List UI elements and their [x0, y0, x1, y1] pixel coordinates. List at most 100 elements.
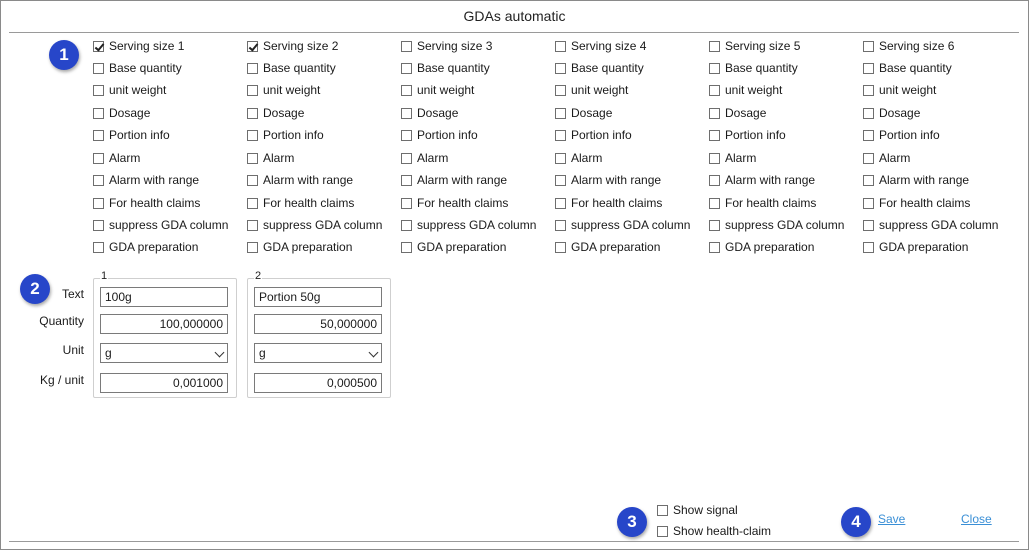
checkbox-box[interactable] [555, 174, 566, 186]
checkbox-box[interactable] [555, 152, 566, 164]
option-checkbox[interactable]: Portion info [247, 125, 324, 145]
checkbox-box[interactable] [555, 107, 566, 119]
checkbox-box[interactable] [863, 197, 874, 209]
option-checkbox[interactable]: GDA preparation [401, 237, 506, 257]
checkbox-box[interactable] [709, 107, 720, 119]
checkbox-box[interactable] [709, 40, 720, 52]
checkbox-box[interactable] [401, 129, 412, 141]
checkbox-box[interactable] [863, 174, 874, 186]
option-checkbox[interactable]: Alarm [93, 148, 140, 168]
checkbox-box[interactable] [555, 84, 566, 96]
save-link[interactable]: Save [878, 512, 905, 526]
serving-size-checkbox-4[interactable]: Serving size 4 [555, 36, 646, 56]
checkbox-box[interactable] [247, 129, 258, 141]
quantity-input[interactable]: 50,000000 [254, 314, 382, 334]
checkbox-box[interactable] [863, 40, 874, 52]
checkbox-box[interactable] [93, 197, 104, 209]
option-checkbox[interactable]: Base quantity [555, 58, 644, 78]
checkbox-box[interactable] [863, 84, 874, 96]
checkbox-box[interactable] [709, 84, 720, 96]
option-checkbox[interactable]: Dosage [401, 103, 458, 123]
checkbox-box[interactable] [247, 197, 258, 209]
option-checkbox[interactable]: Base quantity [247, 58, 336, 78]
option-checkbox[interactable]: For health claims [709, 193, 816, 213]
option-checkbox[interactable]: For health claims [863, 193, 970, 213]
serving-size-checkbox-5[interactable]: Serving size 5 [709, 36, 800, 56]
checkbox-box[interactable] [247, 241, 258, 253]
option-checkbox[interactable]: Alarm with range [709, 170, 815, 190]
option-checkbox[interactable]: Dosage [555, 103, 612, 123]
option-checkbox[interactable]: Dosage [93, 103, 150, 123]
checkbox-box[interactable] [401, 84, 412, 96]
checkbox-box[interactable] [709, 197, 720, 209]
option-checkbox[interactable]: Portion info [863, 125, 940, 145]
checkbox-box[interactable] [93, 174, 104, 186]
option-checkbox[interactable]: Base quantity [863, 58, 952, 78]
checkbox-box[interactable] [555, 40, 566, 52]
option-checkbox[interactable]: Alarm [555, 148, 602, 168]
kg-unit-input[interactable]: 0,000500 [254, 373, 382, 393]
option-checkbox[interactable]: GDA preparation [863, 237, 968, 257]
checkbox-box[interactable] [247, 40, 258, 52]
option-checkbox[interactable]: Alarm with range [93, 170, 199, 190]
option-checkbox[interactable]: Alarm [247, 148, 294, 168]
checkbox-box[interactable] [709, 241, 720, 253]
checkbox-box[interactable] [657, 525, 668, 537]
option-checkbox[interactable]: suppress GDA column [401, 215, 536, 235]
option-checkbox[interactable]: For health claims [555, 193, 662, 213]
quantity-input[interactable]: 100,000000 [100, 314, 228, 334]
option-checkbox[interactable]: For health claims [247, 193, 354, 213]
checkbox-box[interactable] [709, 129, 720, 141]
checkbox-box[interactable] [93, 152, 104, 164]
checkbox-box[interactable] [657, 504, 668, 516]
option-checkbox[interactable]: For health claims [93, 193, 200, 213]
checkbox-box[interactable] [401, 40, 412, 52]
checkbox-box[interactable] [863, 107, 874, 119]
option-checkbox[interactable]: Portion info [93, 125, 170, 145]
option-checkbox[interactable]: Base quantity [709, 58, 798, 78]
option-checkbox[interactable]: GDA preparation [93, 237, 198, 257]
checkbox-box[interactable] [709, 62, 720, 74]
option-checkbox[interactable]: Dosage [247, 103, 304, 123]
serving-size-checkbox-2[interactable]: Serving size 2 [247, 36, 338, 56]
option-checkbox[interactable]: Portion info [709, 125, 786, 145]
serving-size-checkbox-3[interactable]: Serving size 3 [401, 36, 492, 56]
option-checkbox[interactable]: Alarm with range [555, 170, 661, 190]
checkbox-box[interactable] [709, 152, 720, 164]
checkbox-box[interactable] [555, 219, 566, 231]
option-checkbox[interactable]: Base quantity [93, 58, 182, 78]
checkbox-box[interactable] [709, 219, 720, 231]
checkbox-box[interactable] [401, 174, 412, 186]
checkbox-box[interactable] [93, 84, 104, 96]
checkbox-box[interactable] [401, 62, 412, 74]
text-input[interactable]: 100g [100, 287, 228, 307]
checkbox-box[interactable] [863, 62, 874, 74]
checkbox-box[interactable] [401, 241, 412, 253]
option-checkbox[interactable]: Alarm [709, 148, 756, 168]
option-checkbox[interactable]: For health claims [401, 193, 508, 213]
option-checkbox[interactable]: Alarm with range [247, 170, 353, 190]
serving-size-checkbox-1[interactable]: Serving size 1 [93, 36, 184, 56]
serving-size-checkbox-6[interactable]: Serving size 6 [863, 36, 954, 56]
checkbox-box[interactable] [863, 241, 874, 253]
option-checkbox[interactable]: Base quantity [401, 58, 490, 78]
checkbox-box[interactable] [93, 129, 104, 141]
option-checkbox[interactable]: unit weight [555, 80, 628, 100]
checkbox-box[interactable] [247, 62, 258, 74]
checkbox-box[interactable] [401, 219, 412, 231]
option-checkbox[interactable]: Portion info [555, 125, 632, 145]
unit-select[interactable]: g [100, 343, 228, 363]
checkbox-box[interactable] [555, 129, 566, 141]
checkbox-box[interactable] [247, 84, 258, 96]
option-checkbox[interactable]: GDA preparation [709, 237, 814, 257]
option-checkbox[interactable]: Portion info [401, 125, 478, 145]
checkbox-box[interactable] [555, 62, 566, 74]
option-checkbox[interactable]: Alarm [863, 148, 910, 168]
checkbox-box[interactable] [247, 174, 258, 186]
checkbox-box[interactable] [555, 197, 566, 209]
option-checkbox[interactable]: unit weight [247, 80, 320, 100]
option-checkbox[interactable]: Alarm with range [401, 170, 507, 190]
checkbox-box[interactable] [247, 219, 258, 231]
option-checkbox[interactable]: suppress GDA column [555, 215, 690, 235]
option-checkbox[interactable]: unit weight [709, 80, 782, 100]
